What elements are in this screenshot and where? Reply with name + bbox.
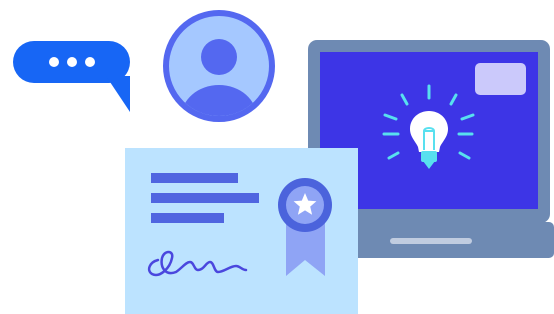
- certificate: [125, 148, 358, 314]
- chat-bubble: [13, 41, 130, 112]
- ellipsis-icon: [49, 57, 95, 67]
- laptop-trackpad-slot: [390, 238, 472, 244]
- screen-window-card: [475, 63, 526, 95]
- avatar: [163, 10, 275, 122]
- bulb-base: [421, 151, 437, 162]
- certificate-laptop-illustration: [13, 10, 554, 314]
